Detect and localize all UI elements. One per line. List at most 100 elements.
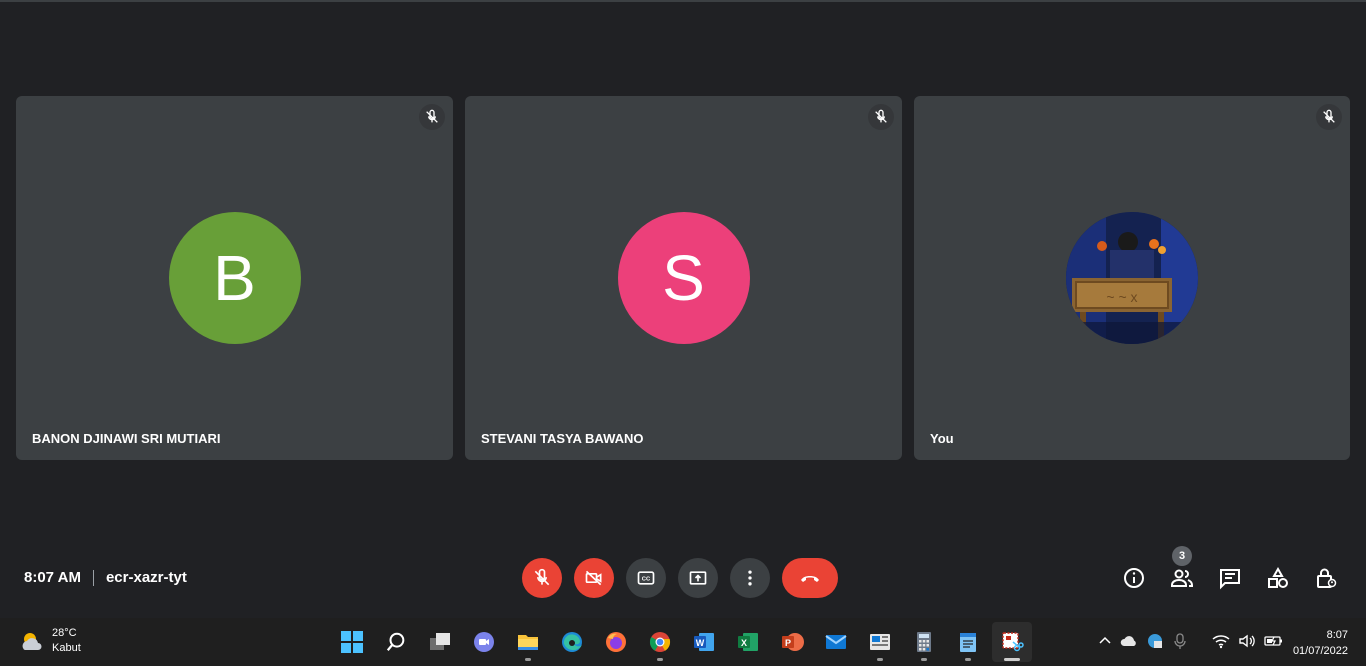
powerpoint-icon: P [782, 633, 804, 651]
edge-icon [562, 632, 582, 652]
edge-button[interactable] [552, 622, 592, 662]
mail-icon [825, 635, 847, 649]
chrome-button[interactable] [640, 622, 680, 662]
call-controls: CC [522, 558, 838, 598]
excel-icon: X [738, 633, 758, 651]
activities-button[interactable] [1266, 566, 1290, 590]
svg-text:~ ~ x: ~ ~ x [1106, 289, 1137, 305]
task-view-button[interactable] [420, 622, 460, 662]
volume-icon[interactable] [1238, 633, 1256, 654]
participant-name: BANON DJINAWI SRI MUTIARI [32, 431, 221, 446]
network-share-icon[interactable] [1146, 632, 1164, 655]
weather-desc: Kabut [52, 642, 81, 654]
word-button[interactable]: W [684, 622, 724, 662]
present-icon [689, 571, 707, 585]
start-button[interactable] [332, 622, 372, 662]
host-controls-button[interactable] [1314, 566, 1338, 590]
microphone-toggle-button[interactable] [522, 558, 562, 598]
captions-button[interactable]: CC [626, 558, 666, 598]
meeting-info: 8:07 AM ecr-xazr-tyt [24, 569, 187, 586]
chevron-up-icon[interactable] [1098, 634, 1112, 653]
firefox-button[interactable] [596, 622, 636, 662]
meeting-details-button[interactable] [1122, 566, 1146, 590]
wifi-icon[interactable] [1212, 633, 1230, 654]
cloudy-sun-icon [22, 633, 42, 650]
top-divider [0, 0, 1366, 2]
camera-toggle-button[interactable] [574, 558, 614, 598]
avatar-initial: B [213, 242, 256, 314]
captions-icon: CC [637, 571, 655, 585]
calculator-button[interactable] [904, 622, 944, 662]
people-count-badge: 3 [1172, 546, 1192, 566]
search-icon [386, 632, 405, 651]
meeting-time: 8:07 AM [24, 569, 81, 586]
avatar: S [617, 212, 750, 344]
notepad-button[interactable] [948, 622, 988, 662]
running-indicator [965, 658, 971, 661]
weather-temp: 28°C [52, 627, 77, 639]
firefox-icon [606, 632, 626, 652]
more-options-button[interactable] [730, 558, 770, 598]
present-screen-button[interactable] [678, 558, 718, 598]
news-button[interactable] [860, 622, 900, 662]
running-indicator [1004, 658, 1020, 661]
news-icon [870, 634, 890, 650]
teams-chat-button[interactable] [464, 622, 504, 662]
running-indicator [921, 658, 927, 661]
svg-text:CC: CC [642, 577, 651, 583]
people-icon [1171, 569, 1193, 587]
clock-date: 01/07/2022 [1292, 645, 1348, 657]
participant-tile[interactable]: S STEVANI TASYA BAWANO [465, 96, 902, 460]
lock-person-icon [1317, 568, 1337, 588]
camera-off-icon [585, 570, 602, 586]
weather-widget[interactable]: 28°C Kabut [18, 626, 81, 656]
battery-charging-icon[interactable] [1264, 634, 1284, 653]
teams-chat-icon [474, 632, 494, 652]
more-vert-icon [748, 570, 752, 586]
microphone-in-use-icon[interactable] [1172, 632, 1188, 655]
hang-up-icon [801, 576, 819, 582]
meeting-controls-bar: 8:07 AM ecr-xazr-tyt CC 3 [0, 546, 1366, 604]
avatar-initial: S [662, 242, 705, 314]
avatar-photo: ~ ~ x [1066, 212, 1198, 344]
side-panel-controls: 3 [1122, 546, 1338, 590]
mic-off-icon [419, 104, 445, 130]
taskbar-apps: W X P [332, 622, 1032, 662]
folder-icon [518, 635, 538, 650]
divider [92, 569, 94, 586]
chrome-icon [649, 632, 671, 652]
svg-text:P: P [785, 638, 791, 648]
participant-tile-self[interactable]: ~ ~ x You [914, 96, 1350, 460]
snipping-tool-icon [1002, 632, 1024, 652]
mail-button[interactable] [816, 622, 856, 662]
running-indicator [525, 658, 531, 661]
svg-text:X: X [741, 638, 747, 648]
people-button[interactable]: 3 [1170, 546, 1194, 590]
excel-button[interactable]: X [728, 622, 768, 662]
participant-name: You [930, 431, 954, 446]
meeting-code[interactable]: ecr-xazr-tyt [106, 569, 187, 586]
file-explorer-button[interactable] [508, 622, 548, 662]
task-view-icon [430, 633, 450, 650]
calculator-icon [917, 632, 931, 652]
running-indicator [657, 658, 663, 661]
chat-button[interactable] [1218, 566, 1242, 590]
onedrive-icon[interactable] [1120, 634, 1138, 653]
svg-text:W: W [696, 638, 705, 648]
snipping-tool-button[interactable] [992, 622, 1032, 662]
windows-icon [341, 631, 363, 653]
powerpoint-button[interactable]: P [772, 622, 812, 662]
system-clock[interactable]: 8:07 01/07/2022 [1293, 627, 1348, 659]
mic-off-icon [534, 568, 550, 586]
avatar: B [168, 212, 301, 344]
leave-call-button[interactable] [782, 558, 838, 598]
notepad-icon [960, 633, 976, 652]
search-button[interactable] [376, 622, 416, 662]
activities-icon [1268, 566, 1288, 588]
chat-icon [1220, 569, 1240, 590]
mic-off-icon [1316, 104, 1342, 130]
participant-tile[interactable]: B BANON DJINAWI SRI MUTIARI [16, 96, 453, 460]
system-tray [1098, 632, 1284, 655]
running-indicator [877, 658, 883, 661]
word-icon: W [694, 633, 714, 651]
